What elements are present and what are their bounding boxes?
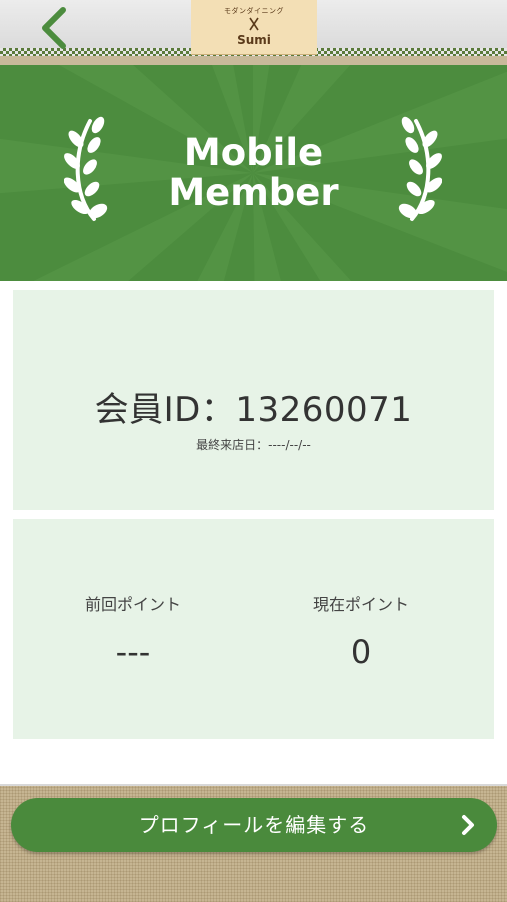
previous-points-value: --- xyxy=(115,633,151,671)
current-points-label: 現在ポイント xyxy=(312,595,409,614)
app-header: モダンダイニング Sumi xyxy=(0,0,507,56)
logo-title: Sumi xyxy=(237,33,271,47)
logo-subtitle: モダンダイニング xyxy=(224,7,284,15)
fork-knife-icon xyxy=(249,17,259,31)
edit-profile-label: プロフィールを編集する xyxy=(138,813,370,837)
previous-points: 前回ポイント --- xyxy=(13,591,253,671)
current-points: 現在ポイント 0 xyxy=(241,591,481,671)
member-content: 会員ID：13260071 最終来店日：----/--/-- 前回ポイント --… xyxy=(0,281,507,784)
previous-points-label: 前回ポイント xyxy=(84,595,181,614)
shop-logo: モダンダイニング Sumi xyxy=(191,0,317,55)
footer-bar: プロフィールを編集する xyxy=(0,784,507,902)
laurel-icon xyxy=(398,116,442,221)
chevron-left-icon xyxy=(42,7,66,49)
current-points-value: 0 xyxy=(350,633,372,671)
member-id: 会員ID：13260071 xyxy=(94,390,413,430)
member-id-card: 会員ID：13260071 最終来店日：----/--/-- xyxy=(13,290,494,510)
back-button[interactable] xyxy=(34,6,74,50)
edit-profile-button[interactable]: プロフィールを編集する xyxy=(11,798,497,852)
chevron-right-icon xyxy=(462,815,474,835)
mobile-member-banner: Mobile Member xyxy=(0,65,507,281)
points-card: 前回ポイント --- 現在ポイント 0 xyxy=(13,519,494,739)
last-visit-date: 最終来店日：----/--/-- xyxy=(196,438,311,452)
